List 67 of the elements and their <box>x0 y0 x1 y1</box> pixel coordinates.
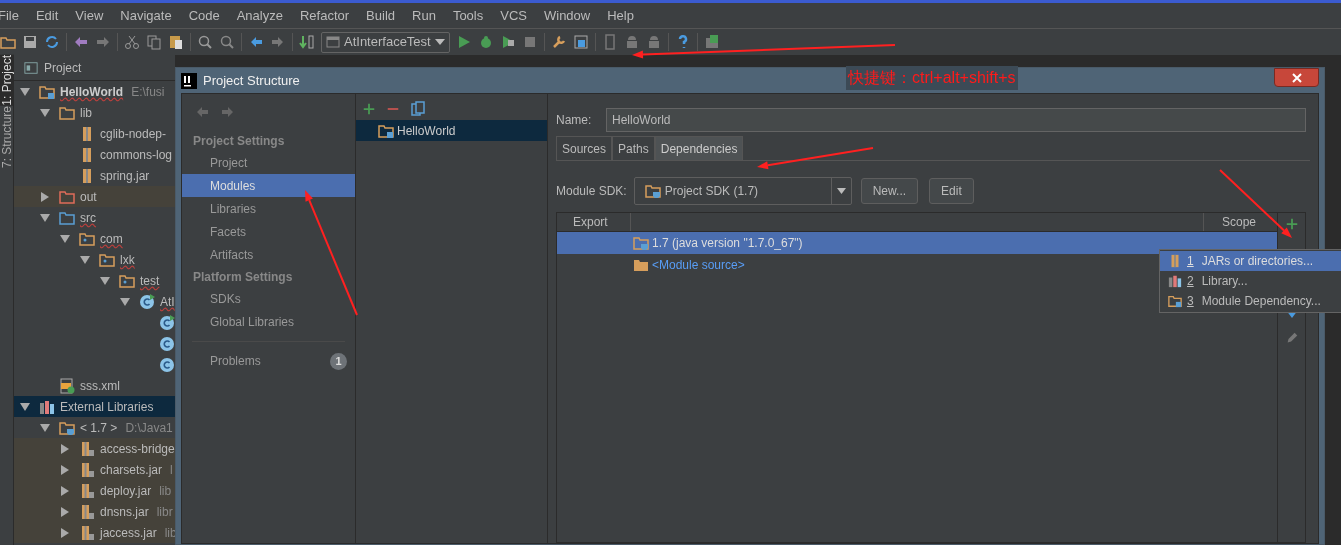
menu-item[interactable]: Code <box>188 5 220 26</box>
path-hint: lib <box>159 482 172 500</box>
nav-item[interactable]: Project <box>182 151 355 174</box>
tree-item[interactable]: lxk <box>120 250 135 269</box>
path-hint: E:\fusi <box>131 83 165 101</box>
tab[interactable]: Sources <box>556 136 613 160</box>
menu-item[interactable]: Analyze <box>236 5 283 26</box>
path-hint: D:\Java1 <box>125 419 173 437</box>
column-header[interactable]: Export <box>557 213 631 231</box>
menu-item[interactable]: Run <box>412 5 436 26</box>
nav-item[interactable]: Global Libraries <box>182 310 355 333</box>
field-label: Name: <box>556 112 593 129</box>
menu-item[interactable]: 2 Library... <box>1160 271 1341 291</box>
tool-window-tab[interactable]: 1: Project <box>0 55 14 106</box>
nav-item[interactable]: Libraries <box>182 197 355 220</box>
menu-item[interactable]: 1 JARs or directories... <box>1160 251 1341 271</box>
annotation-text: 快捷键：ctrl+alt+shift+s <box>846 66 1018 90</box>
sdk-dropdown[interactable]: Project SDK (1.7) <box>633 177 852 205</box>
tree-item[interactable]: sss.xml <box>80 376 120 395</box>
column-header[interactable]: Scope <box>1203 213 1277 231</box>
tree-item[interactable]: deploy.jar <box>100 481 152 500</box>
tree-item[interactable]: AtI <box>160 292 175 311</box>
dependency-row[interactable]: 1.7 (java version "1.7.0_67") <box>557 232 1277 254</box>
tree-item[interactable]: charsets.jar <box>100 460 163 479</box>
tree-item[interactable]: HelloWorld <box>60 82 124 101</box>
menu-item[interactable]: VCS <box>500 5 527 26</box>
tree-item[interactable]: dnsns.jar <box>100 502 149 521</box>
dialog-button[interactable]: New... <box>860 178 919 204</box>
tree-item[interactable]: src <box>80 208 96 227</box>
tree-item[interactable]: commons-log <box>100 145 173 164</box>
menu-item[interactable]: Window <box>543 5 591 26</box>
module-item[interactable]: HelloWorld <box>356 120 547 141</box>
menu-item[interactable]: Refactor <box>299 5 350 26</box>
dialog-button[interactable]: Edit <box>929 178 974 204</box>
menu-item[interactable]: Build <box>366 5 395 26</box>
nav-item[interactable]: Artifacts <box>182 243 355 266</box>
dialog-title: Project Structure <box>203 71 300 90</box>
nav-item[interactable]: Facets <box>182 220 355 243</box>
menu-item[interactable]: Tools <box>452 5 484 26</box>
menu-item[interactable]: Edit <box>35 5 59 26</box>
path-hint: libr <box>156 503 173 521</box>
count-badge: 1 <box>330 352 347 370</box>
tree-item[interactable]: < 1.7 > <box>80 418 118 437</box>
tool-window-tab[interactable]: 7: Structure <box>0 105 14 168</box>
tree-item[interactable]: out <box>80 187 97 206</box>
menu-item[interactable]: View <box>75 5 104 26</box>
tree-item[interactable]: cglib-nodep- <box>100 124 167 143</box>
nav-item[interactable]: SDKs <box>182 287 355 310</box>
tree-item[interactable]: test <box>140 271 160 290</box>
section-heading: Platform Settings <box>192 268 294 286</box>
tab[interactable]: Paths <box>612 136 655 160</box>
tree-item[interactable]: spring.jar <box>100 166 150 185</box>
nav-item[interactable]: Modules <box>182 174 355 197</box>
name-field[interactable]: HelloWorld <box>606 108 1306 132</box>
tree-item[interactable]: jaccess.jar <box>100 523 157 542</box>
field-label: Module SDK: <box>556 183 627 200</box>
panel-title: Project <box>44 59 82 77</box>
menu-item[interactable]: 3 Module Dependency... <box>1160 291 1341 311</box>
nav-item[interactable]: Problems <box>210 352 330 370</box>
tree-item[interactable]: lib <box>80 103 92 122</box>
tree-item[interactable]: com <box>100 229 123 248</box>
run-config-dropdown[interactable]: AtInterfaceTest <box>321 31 450 53</box>
menu-item[interactable]: Navigate <box>120 5 172 26</box>
section-heading: Project Settings <box>192 132 286 150</box>
menu-item[interactable]: Help <box>607 5 634 26</box>
path-hint: l <box>170 461 173 479</box>
tab[interactable]: Dependencies <box>654 136 744 160</box>
